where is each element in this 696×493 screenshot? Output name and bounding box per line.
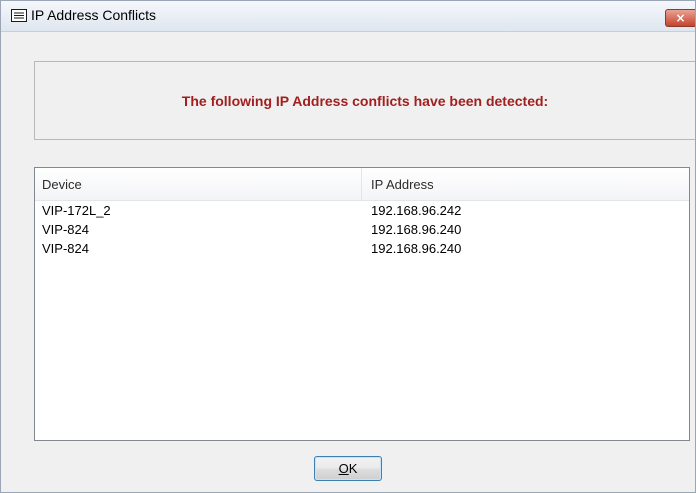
window-title: IP Address Conflicts <box>31 7 157 23</box>
close-button[interactable]: × <box>665 9 695 27</box>
list-row[interactable]: VIP-824 192.168.96.240 <box>35 239 689 258</box>
ip-address-cell: 192.168.96.240 <box>371 222 462 237</box>
list-header: Device IP Address <box>35 168 689 201</box>
conflict-message: The following IP Address conflicts have … <box>181 93 549 109</box>
device-cell: VIP-824 <box>42 222 89 237</box>
column-divider[interactable] <box>361 168 362 200</box>
device-cell: VIP-824 <box>42 241 89 256</box>
ip-address-cell: 192.168.96.242 <box>371 203 462 218</box>
close-icon: × <box>675 11 686 25</box>
message-panel: The following IP Address conflicts have … <box>34 61 695 140</box>
list-row[interactable]: VIP-824 192.168.96.240 <box>35 220 689 239</box>
window-list-icon <box>11 9 27 22</box>
column-header-ip-address[interactable]: IP Address <box>371 177 434 192</box>
list-row[interactable]: VIP-172L_2 192.168.96.242 <box>35 201 689 220</box>
ok-accelerator: O <box>338 461 349 476</box>
ip-address-cell: 192.168.96.240 <box>371 241 462 256</box>
ok-button[interactable]: OK <box>314 456 382 481</box>
ok-label-rest: K <box>348 461 358 476</box>
device-cell: VIP-172L_2 <box>42 203 111 218</box>
list-rows: VIP-172L_2 192.168.96.242 VIP-824 192.16… <box>35 201 689 258</box>
column-header-device[interactable]: Device <box>42 177 82 192</box>
ip-conflicts-dialog: IP Address Conflicts × The following IP … <box>0 0 696 493</box>
title-bar[interactable]: IP Address Conflicts × <box>1 1 695 32</box>
conflict-list[interactable]: Device IP Address VIP-172L_2 192.168.96.… <box>34 167 690 441</box>
